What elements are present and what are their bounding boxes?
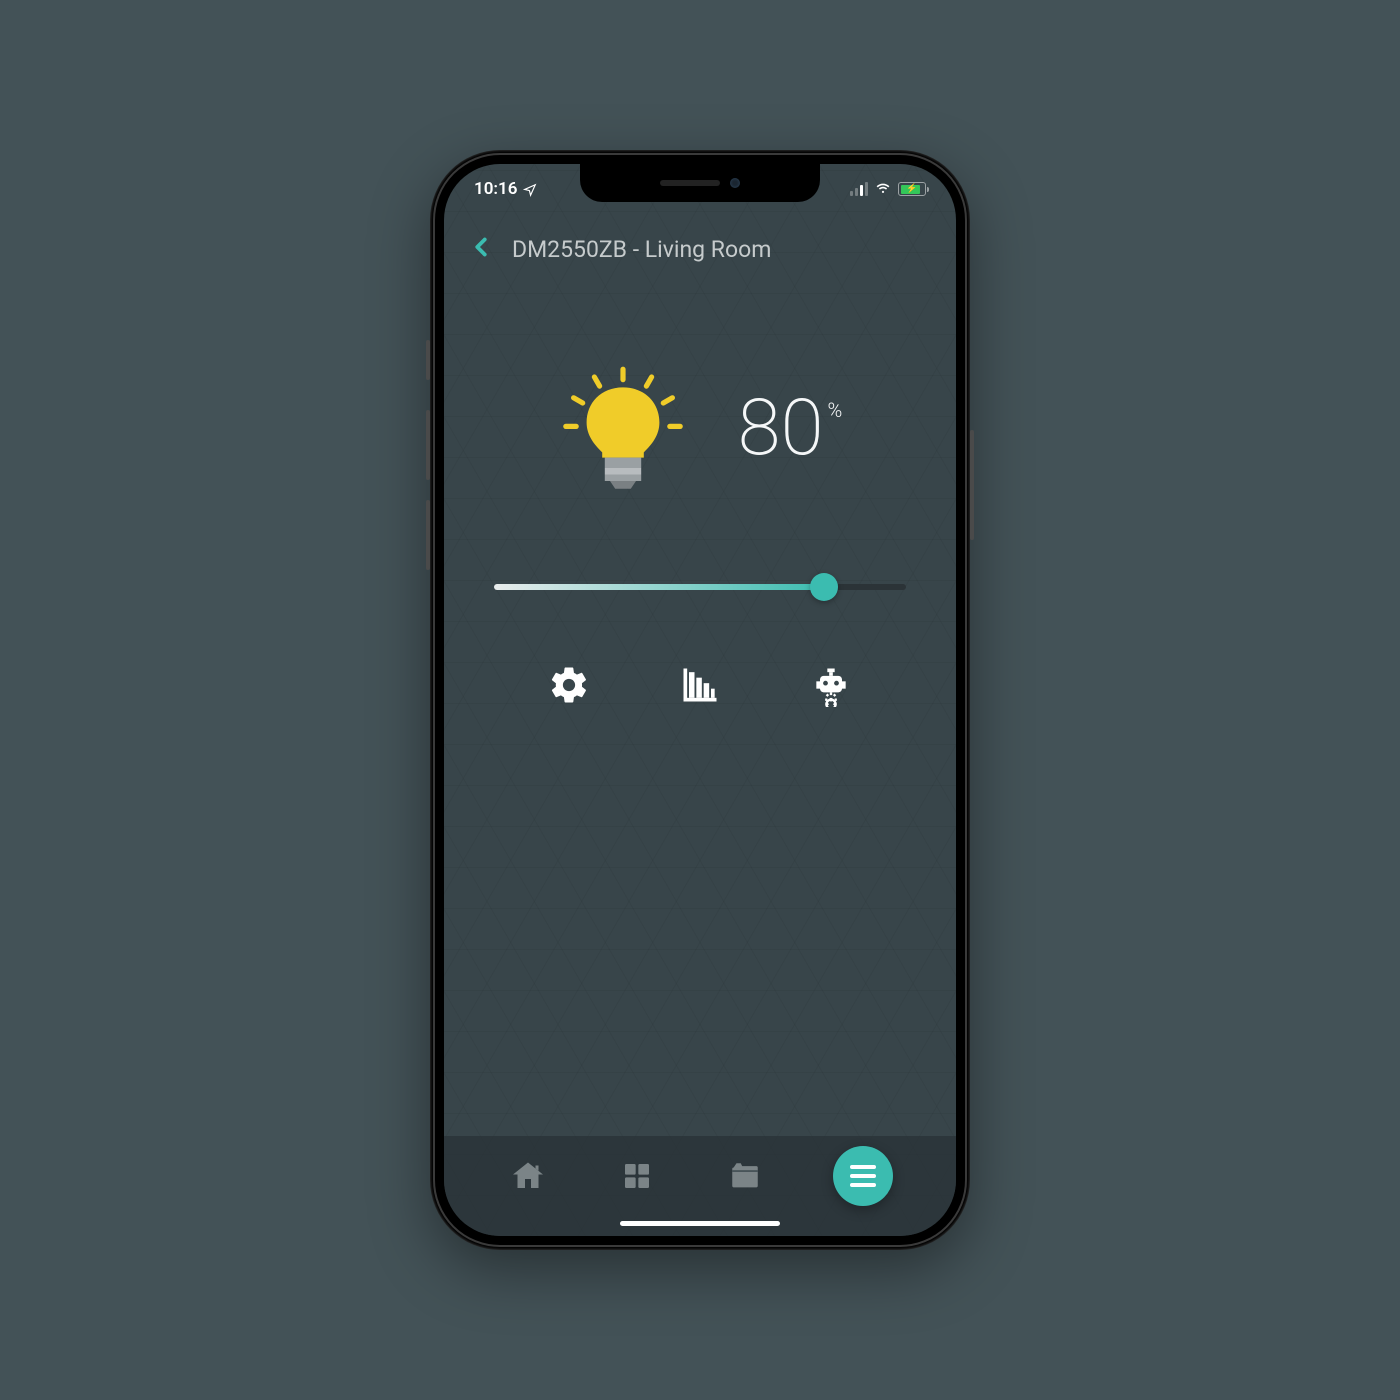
screen: 10:16 ⚡: [444, 164, 956, 1236]
menu-button[interactable]: [833, 1146, 893, 1206]
back-button[interactable]: [466, 232, 496, 266]
scenes-tab[interactable]: [724, 1155, 766, 1197]
wifi-icon: [874, 178, 892, 201]
notch: [580, 164, 820, 202]
front-camera: [730, 178, 740, 188]
power-button: [970, 430, 974, 540]
automation-button[interactable]: [806, 660, 856, 710]
home-indicator[interactable]: [620, 1221, 780, 1226]
clock: 10:16: [474, 179, 517, 199]
speaker: [660, 180, 720, 186]
brightness-value: 80 %: [738, 390, 843, 468]
silence-switch: [426, 340, 430, 380]
stats-button[interactable]: [675, 660, 725, 710]
page-title: DM2550ZB - Living Room: [512, 236, 771, 263]
volume-up-button: [426, 410, 430, 480]
header: DM2550ZB - Living Room: [444, 214, 956, 274]
brightness-number: 80: [738, 390, 824, 468]
status-left: 10:16: [474, 179, 537, 199]
phone-frame: 10:16 ⚡: [430, 150, 970, 1250]
lightbulb-icon: [558, 364, 688, 494]
brightness-display: 80 %: [444, 364, 956, 494]
rooms-tab[interactable]: [616, 1155, 658, 1197]
location-icon: [523, 182, 537, 196]
home-tab[interactable]: [507, 1155, 549, 1197]
slider-thumb[interactable]: [810, 573, 838, 601]
volume-down-button: [426, 500, 430, 570]
action-icons: [444, 660, 956, 710]
brightness-unit: %: [828, 398, 843, 422]
settings-button[interactable]: [544, 660, 594, 710]
hamburger-icon: [850, 1165, 876, 1187]
slider-track: [494, 584, 906, 590]
brightness-slider[interactable]: [494, 584, 906, 590]
battery-icon: ⚡: [898, 182, 926, 196]
cellular-signal-icon: [850, 182, 868, 196]
status-right: ⚡: [850, 178, 926, 201]
slider-fill: [494, 584, 824, 590]
